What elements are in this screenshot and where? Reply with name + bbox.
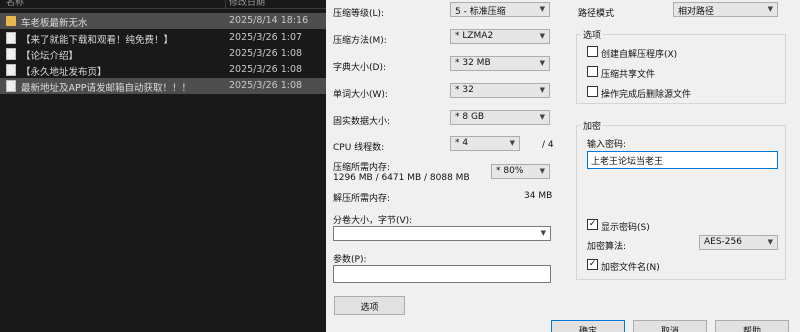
password-input[interactable]: 上老王论坛当老王 xyxy=(587,151,778,169)
compression-level-label: 压缩等级(L): xyxy=(333,9,385,19)
column-name-header[interactable]: 名称 xyxy=(6,0,24,8)
file-name: 最新地址及APP请发邮箱自动获取！！！ xyxy=(21,83,191,94)
word-size-label: 单词大小(W): xyxy=(333,90,388,100)
dictionary-size-value: * 32 MB xyxy=(455,58,491,68)
file-date: 2025/3/26 1:08 xyxy=(229,64,303,75)
compression-method-label: 压缩方法(M): xyxy=(333,36,387,46)
memory-usage-value: * 80% xyxy=(496,166,524,176)
add-to-archive-dialog: 压缩等级(L): 5 - 标准压缩 ▼ 压缩方法(M): * LZMA2 ▼ 字… xyxy=(326,0,800,332)
options-button[interactable]: 选项 xyxy=(334,296,405,315)
password-label: 输入密码: xyxy=(587,140,627,150)
solid-block-select[interactable]: * 8 GB ▼ xyxy=(450,110,550,125)
folder-icon xyxy=(6,16,16,26)
path-mode-select[interactable]: 相对路径 ▼ xyxy=(673,2,778,17)
parameters-input[interactable] xyxy=(333,265,551,283)
memory-usage-select[interactable]: * 80% ▼ xyxy=(491,164,550,179)
chevron-down-icon: ▼ xyxy=(539,32,545,40)
volume-size-combobox[interactable]: ▼ xyxy=(333,226,551,241)
delete-source-checkbox-label: 操作完成后删除源文件 xyxy=(601,90,692,100)
document-icon xyxy=(6,32,16,44)
file-row[interactable]: 【永久地址发布页】 2025/3/26 1:08 xyxy=(0,62,326,78)
encryption-method-value: AES-256 xyxy=(704,237,742,247)
sfx-checkbox-label: 创建自解压程序(X) xyxy=(601,50,678,60)
show-password-label: 显示密码(S) xyxy=(601,223,650,233)
chevron-down-icon: ▼ xyxy=(539,167,545,175)
column-date-header[interactable]: 修改日期 xyxy=(229,0,265,8)
path-mode-label: 路径模式 xyxy=(578,9,615,19)
options-group-title: 选项 xyxy=(581,28,604,41)
file-name: 【论坛介绍】 xyxy=(21,51,79,62)
compression-level-value: 5 - 标准压缩 xyxy=(455,7,506,17)
path-mode-value: 相对路径 xyxy=(678,7,715,17)
file-date: 2025/8/14 18:16 xyxy=(229,15,309,26)
cpu-threads-select[interactable]: * 4 ▼ xyxy=(450,136,520,151)
shared-files-checkbox[interactable] xyxy=(587,66,598,77)
cpu-threads-max: / 4 xyxy=(542,140,554,150)
file-row[interactable]: 最新地址及APP请发邮箱自动获取！！！ 2025/3/26 1:08 xyxy=(0,78,326,94)
shared-files-checkbox-label: 压缩共享文件 xyxy=(601,70,656,80)
cancel-button[interactable]: 取消 xyxy=(633,320,707,332)
delete-source-checkbox[interactable] xyxy=(587,86,598,97)
chevron-down-icon: ▼ xyxy=(539,59,545,67)
document-icon xyxy=(6,48,16,60)
password-value: 上老王论坛当老王 xyxy=(591,157,664,167)
encryption-group-title: 加密 xyxy=(581,119,604,132)
sfx-checkbox[interactable] xyxy=(587,46,598,57)
solid-block-value: * 8 GB xyxy=(455,112,485,122)
word-size-value: * 32 xyxy=(455,85,474,95)
file-row[interactable]: 【论坛介绍】 2025/3/26 1:08 xyxy=(0,46,326,62)
word-size-select[interactable]: * 32 ▼ xyxy=(450,83,550,98)
file-name: 车老板最新无水 xyxy=(21,18,88,29)
file-date: 2025/3/26 1:07 xyxy=(229,32,303,43)
encryption-method-select[interactable]: AES-256 ▼ xyxy=(699,235,778,250)
file-name: 【永久地址发布页】 xyxy=(21,67,107,78)
compression-memory-value: 1296 MB / 6471 MB / 8088 MB xyxy=(333,173,470,183)
encrypt-file-names-label: 加密文件名(N) xyxy=(601,263,660,273)
column-separator[interactable] xyxy=(225,0,226,9)
compression-method-select[interactable]: * LZMA2 ▼ xyxy=(450,29,550,44)
volume-size-label: 分卷大小，字节(V): xyxy=(333,216,413,226)
dictionary-size-label: 字典大小(D): xyxy=(333,63,386,73)
solid-block-label: 固实数据大小: xyxy=(333,117,391,127)
show-password-checkbox[interactable]: ✓ xyxy=(587,219,598,230)
chevron-down-icon: ▼ xyxy=(539,113,545,121)
chevron-down-icon: ▼ xyxy=(767,238,773,246)
file-date: 2025/3/26 1:08 xyxy=(229,80,303,91)
chevron-down-icon: ▼ xyxy=(767,5,773,13)
cpu-threads-label: CPU 线程数: xyxy=(333,143,385,153)
chevron-down-icon: ▼ xyxy=(509,139,515,147)
document-icon xyxy=(6,80,16,92)
encrypt-file-names-checkbox[interactable]: ✓ xyxy=(587,259,598,270)
file-row[interactable]: 车老板最新无水 2025/8/14 18:16 xyxy=(0,13,326,29)
encryption-method-label: 加密算法: xyxy=(587,242,627,252)
ok-button[interactable]: 确定 xyxy=(551,320,625,332)
file-date: 2025/3/26 1:08 xyxy=(229,48,303,59)
chevron-down-icon: ▼ xyxy=(539,86,545,94)
decompression-memory-value: 34 MB xyxy=(524,191,553,201)
checkmark-icon: ✓ xyxy=(588,219,597,229)
file-list-header: 名称 修改日期 xyxy=(0,0,326,9)
parameters-label: 参数(P): xyxy=(333,255,367,265)
checkmark-icon: ✓ xyxy=(588,259,597,269)
compression-method-value: * LZMA2 xyxy=(455,31,494,41)
chevron-down-icon: ▼ xyxy=(540,229,546,237)
file-row[interactable]: 【来了就能下载和观看！纯免费！】 2025/3/26 1:07 xyxy=(0,30,326,46)
dictionary-size-select[interactable]: * 32 MB ▼ xyxy=(450,56,550,71)
file-name: 【来了就能下载和观看！纯免费！】 xyxy=(21,35,174,46)
decompression-memory-label: 解压所需内存: xyxy=(333,194,391,204)
file-list-pane: 名称 修改日期 车老板最新无水 2025/8/14 18:16 【来了就能下载和… xyxy=(0,0,326,332)
document-icon xyxy=(6,64,16,76)
chevron-down-icon: ▼ xyxy=(539,5,545,13)
cpu-threads-value: * 4 xyxy=(455,138,469,148)
help-button[interactable]: 帮助 xyxy=(715,320,789,332)
compression-memory-label: 压缩所需内存: xyxy=(333,163,391,173)
compression-level-select[interactable]: 5 - 标准压缩 ▼ xyxy=(450,2,550,17)
